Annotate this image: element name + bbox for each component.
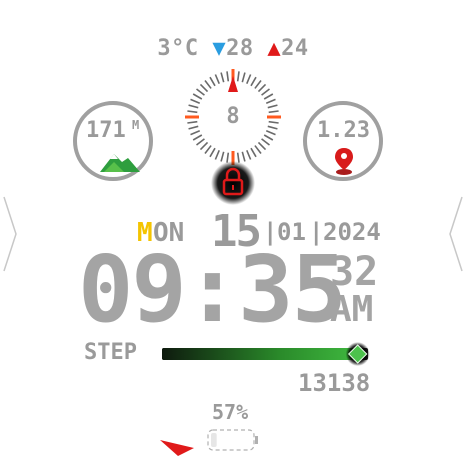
dial-minor-tick: [246, 149, 252, 160]
dial-minor-tick: [226, 71, 230, 82]
map-pin-icon: [335, 148, 353, 175]
dial-minor-tick: [209, 76, 216, 87]
dial-value: 8: [226, 104, 240, 129]
dial-minor-tick: [220, 72, 225, 83]
step-progress[interactable]: [160, 342, 386, 366]
dial-minor-tick: [209, 147, 216, 158]
dial-minor-tick: [236, 71, 240, 82]
altitude-complication[interactable]: 171 M: [72, 92, 154, 190]
triangle-down-icon: ▼: [212, 36, 227, 61]
dial-minor-tick: [204, 145, 212, 154]
mountain-icon: [100, 154, 140, 172]
dial-minor-tick: [199, 141, 209, 151]
high-temperature: 24: [281, 36, 309, 61]
dial-minor-tick: [241, 72, 246, 83]
location-complication[interactable]: 1.23: [301, 92, 385, 190]
lock-button[interactable]: [210, 160, 256, 206]
dial-minor-tick: [199, 83, 209, 93]
dial-minor-tick: [250, 147, 257, 158]
time-hours-minutes: 09:35: [78, 236, 347, 343]
center-dial: 8: [182, 66, 284, 168]
dial-minor-tick: [250, 76, 257, 87]
dial-minor-tick: [263, 134, 274, 141]
dial-minor-tick: [254, 145, 262, 154]
battery-percent: 57%: [212, 400, 249, 424]
dial-minor-tick: [263, 93, 274, 100]
dial-minor-tick: [192, 93, 203, 100]
padlock-icon: [211, 161, 255, 205]
dial-minor-tick: [246, 74, 252, 85]
chevron-left-icon[interactable]: [0, 195, 20, 273]
current-temperature: 3°C: [157, 36, 199, 61]
dial-minor-tick: [190, 130, 201, 136]
step-label: STEP: [84, 340, 137, 365]
dial-minor-tick: [190, 98, 201, 104]
step-progress-bar: [162, 342, 370, 366]
altitude-unit: M: [132, 118, 140, 132]
red-wedge-icon: [160, 440, 194, 456]
dial-minor-tick: [257, 141, 267, 151]
triangle-up-icon: ▲: [267, 36, 282, 61]
dial-minor-tick: [261, 138, 270, 146]
dial-minor-tick: [214, 149, 220, 160]
dial-minor-tick: [196, 88, 205, 96]
dial-minor-tick: [214, 74, 220, 85]
dial-minor-tick: [196, 138, 205, 146]
battery-indicator: [206, 428, 260, 452]
step-count: 13138: [298, 369, 371, 397]
dial-minor-tick: [261, 88, 270, 96]
chevron-right-icon[interactable]: [446, 195, 466, 273]
altitude-value: 171: [86, 118, 126, 143]
dial-minor-tick: [257, 83, 267, 93]
time-seconds: 32: [330, 249, 379, 295]
dial-minor-tick: [254, 80, 262, 89]
time-ampm: AM: [330, 289, 374, 330]
low-temperature: 28: [226, 36, 254, 61]
weather-row: 3°C ▼28 ▲24: [0, 36, 466, 61]
dial-hand: [228, 76, 238, 92]
battery-icon: [207, 429, 258, 451]
dial-minor-tick: [265, 130, 276, 136]
dial-minor-tick: [265, 98, 276, 104]
location-value: 1.23: [317, 118, 370, 143]
dial-minor-tick: [204, 80, 212, 89]
dial-minor-tick: [192, 134, 203, 141]
